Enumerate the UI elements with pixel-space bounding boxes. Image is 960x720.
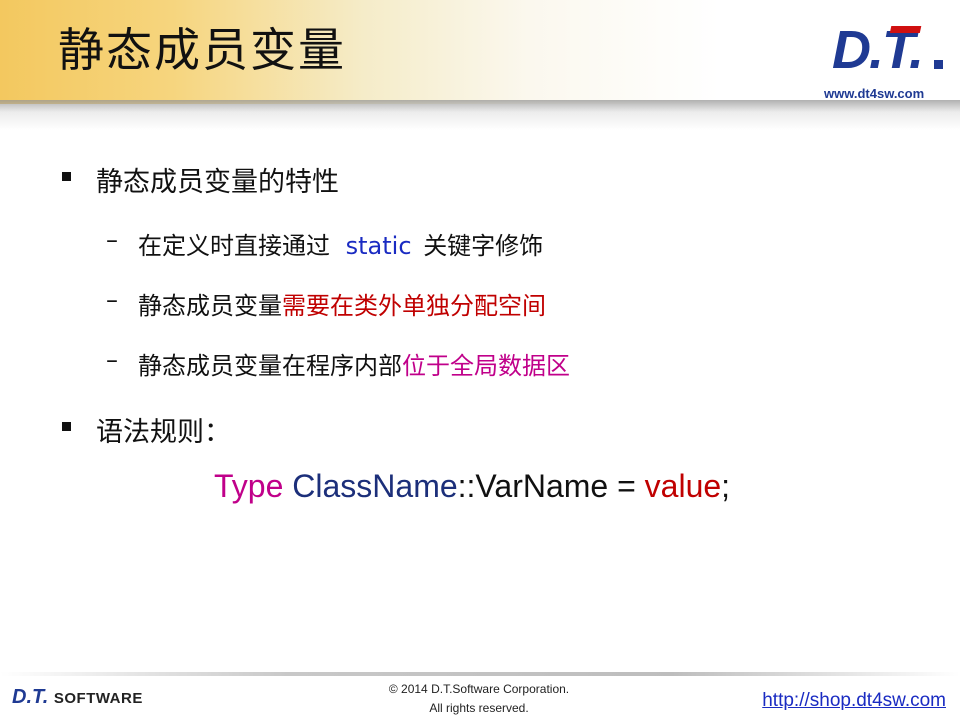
square-bullet-icon xyxy=(62,172,71,181)
static-keyword: static xyxy=(345,232,412,260)
dash-bullet-icon: – xyxy=(106,286,118,314)
syntax-code-line: Type ClassName::VarName = value; xyxy=(214,468,730,505)
sub-text-before: 在定义时直接通过 xyxy=(138,232,330,260)
code-value: value xyxy=(644,468,722,504)
sub-text-before: 静态成员变量 xyxy=(138,292,282,320)
square-bullet-icon xyxy=(62,422,71,431)
sub-item-static-keyword: – 在定义时直接通过 static 关键字修饰 xyxy=(106,226,544,261)
dt-logo: D.T. xyxy=(832,20,943,80)
code-type: Type xyxy=(214,468,284,504)
slide-title: 静态成员变量 xyxy=(58,23,346,77)
shop-link[interactable]: http://shop.dt4sw.com xyxy=(762,690,946,712)
sub-item-global-data-area: – 静态成员变量在程序内部位于全局数据区 xyxy=(106,346,570,381)
bullet-static-member-properties: 静态成员变量的特性 xyxy=(62,160,339,199)
dash-bullet-icon: – xyxy=(106,346,118,374)
highlight-magenta-text: 位于全局数据区 xyxy=(402,352,570,380)
sub-text-before: 静态成员变量在程序内部 xyxy=(138,352,402,380)
header-shadow xyxy=(0,100,960,130)
logo-url: www.dt4sw.com xyxy=(824,86,925,101)
dash-bullet-icon: – xyxy=(106,226,118,254)
code-varname: VarName xyxy=(475,468,609,504)
sub-text-after: 关键字修饰 xyxy=(423,232,544,260)
copyright-notice: © 2014 D.T.Software Corporation. All rig… xyxy=(374,680,584,718)
code-classname: ClassName xyxy=(292,468,458,504)
footer-logo-software: SOFTWARE xyxy=(53,690,143,707)
bullet-text: 语法规则： xyxy=(96,417,231,448)
code-scope-operator: :: xyxy=(457,468,476,504)
code-semicolon: ; xyxy=(721,468,731,504)
sub-item-allocate-outside-class: – 静态成员变量需要在类外单独分配空间 xyxy=(106,286,546,321)
footer-divider xyxy=(0,672,960,676)
copyright-line-1: © 2014 D.T.Software Corporation. xyxy=(388,682,570,696)
footer-logo-dt: D.T. xyxy=(12,686,49,708)
highlight-red-text: 需要在类外单独分配空间 xyxy=(282,292,546,320)
bullet-text: 静态成员变量的特性 xyxy=(96,167,339,198)
code-equals: = xyxy=(608,468,645,504)
footer-logo: D.T. SOFTWARE xyxy=(12,686,143,709)
bullet-syntax-rules: 语法规则： xyxy=(62,410,231,449)
copyright-line-2: All rights reserved. xyxy=(429,701,529,715)
